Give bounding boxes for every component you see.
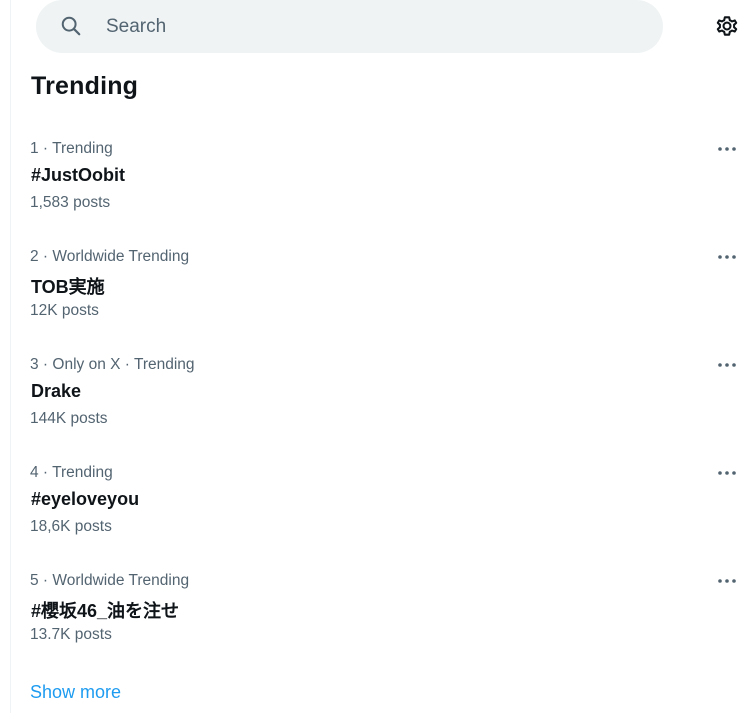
trend-name: #櫻坂46_油を注せ [31, 601, 180, 621]
trend-context: 5 · Worldwide Trending [30, 572, 190, 589]
trend-name: #JustOobit [31, 165, 126, 185]
more-icon [718, 255, 736, 259]
show-more-link[interactable]: Show more [30, 682, 121, 703]
trend-post-count: 12K posts [30, 302, 99, 319]
more-icon [718, 579, 736, 583]
more-options-button[interactable] [710, 570, 744, 592]
trend-item[interactable]: 4 · Trending #eyeloveyou 18,6K posts [0, 454, 755, 562]
trend-item[interactable]: 5 · Worldwide Trending #櫻坂46_油を注せ 13.7K … [0, 562, 755, 670]
trend-name: TOB実施 [31, 277, 105, 297]
gear-icon[interactable] [714, 13, 740, 39]
trend-context: 2 · Worldwide Trending [30, 248, 190, 265]
trend-post-count: 1,583 posts [30, 194, 111, 211]
trend-list: 1 · Trending #JustOobit 1,583 posts 2 · … [0, 130, 755, 670]
trend-context: 3 · Only on X · Trending [30, 356, 195, 373]
trend-post-count: 144K posts [30, 410, 108, 427]
trend-post-count: 18,6K posts [30, 518, 112, 535]
trend-name: #eyeloveyou [31, 489, 140, 509]
trend-name: Drake [31, 381, 82, 401]
more-icon [718, 147, 736, 151]
more-options-button[interactable] [710, 246, 744, 268]
trend-item[interactable]: 2 · Worldwide Trending TOB実施 12K posts [0, 238, 755, 346]
page-title: Trending [31, 72, 139, 100]
more-options-button[interactable] [710, 354, 744, 376]
more-icon [718, 471, 736, 475]
search-input[interactable] [106, 13, 646, 41]
trend-context: 1 · Trending [30, 140, 113, 157]
trend-context: 4 · Trending [30, 464, 113, 481]
trend-item[interactable]: 3 · Only on X · Trending Drake 144K post… [0, 346, 755, 454]
more-options-button[interactable] [710, 138, 744, 160]
trend-post-count: 13.7K posts [30, 626, 112, 643]
trend-item[interactable]: 1 · Trending #JustOobit 1,583 posts [0, 130, 755, 238]
more-icon [718, 363, 736, 367]
more-options-button[interactable] [710, 462, 744, 484]
search-icon [61, 16, 81, 36]
trending-panel: Trending 1 · Trending #JustOobit 1,583 p… [0, 0, 755, 713]
